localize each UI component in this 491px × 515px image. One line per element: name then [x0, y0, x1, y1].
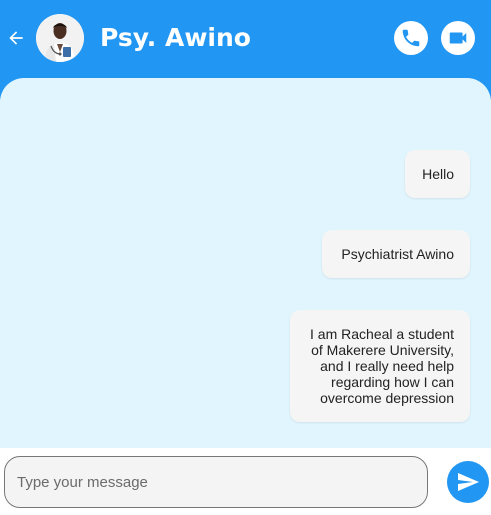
phone-icon	[402, 29, 420, 47]
call-button[interactable]	[394, 21, 428, 55]
arrow-left-icon	[9, 31, 23, 45]
message-text: I am Racheal a student of Makerere Unive…	[310, 326, 454, 406]
send-button[interactable]	[447, 461, 489, 503]
message-bubble: Psychiatrist Awino	[322, 230, 470, 278]
video-camera-icon	[449, 32, 467, 44]
message-bubble: I am Racheal a student of Makerere Unive…	[290, 310, 470, 422]
back-button[interactable]	[5, 27, 27, 49]
send-icon	[458, 473, 479, 491]
message-text: Hello	[422, 166, 454, 182]
avatar[interactable]	[36, 14, 84, 62]
message-input[interactable]	[4, 456, 428, 508]
video-call-button[interactable]	[441, 21, 475, 55]
page-title: Psy. Awino	[100, 23, 251, 52]
doctor-avatar-image	[36, 14, 84, 62]
message-text: Psychiatrist Awino	[341, 246, 454, 262]
composer-bar	[0, 448, 491, 515]
message-bubble: Hello	[405, 150, 470, 198]
